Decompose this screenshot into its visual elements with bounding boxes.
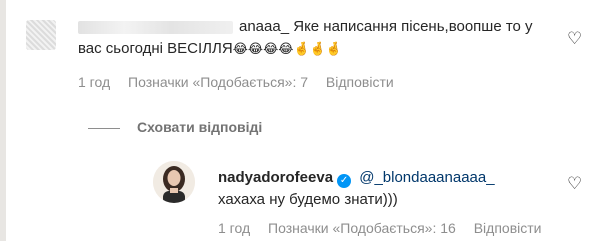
comment-2-meta: 1 год Позначки «Подобається»: 16 Відпові… [218, 220, 555, 236]
heart-outline-icon[interactable]: ♡ [567, 31, 582, 48]
redacted-username[interactable] [78, 20, 233, 34]
comment-2-reply-button[interactable]: Відповісти [474, 220, 542, 236]
comment-2: nadyadorofeeva ✓ @_blondaaanaaaa_ хахаха … [218, 167, 518, 211]
comment-1: anaaa_ Яке написання пісень,воопше то у … [78, 16, 558, 61]
verified-badge-icon: ✓ [337, 174, 352, 188]
comment-2-text: хахаха ну будемо знати))) [218, 191, 398, 208]
left-edge-divider [0, 0, 6, 241]
avatar-photo [153, 161, 195, 203]
avatar-redacted[interactable] [26, 20, 56, 50]
comment-2-time[interactable]: 1 год [218, 220, 250, 236]
comment-1-meta: 1 год Позначки «Подобається»: 7 Відповіс… [78, 74, 408, 90]
comment-1-reply-button[interactable]: Відповісти [326, 74, 394, 90]
avatar[interactable] [153, 161, 195, 203]
mention-link[interactable]: @_blondaaanaaaa_ [359, 169, 494, 186]
comment-1-username-visible[interactable]: anaaa_ [239, 18, 289, 35]
hide-replies-button[interactable]: Сховати відповіді [137, 119, 262, 135]
comment-2-username[interactable]: nadyadorofeeva [218, 169, 333, 186]
comment-1-emojis: 😂😂😂😂🤞🤞🤞 [232, 42, 343, 57]
comment-1-time[interactable]: 1 год [78, 74, 110, 90]
hide-replies-line [88, 128, 120, 129]
heart-outline-icon[interactable]: ♡ [567, 176, 582, 193]
comment-2-likes[interactable]: Позначки «Подобається»: 16 [268, 220, 456, 236]
comment-1-likes[interactable]: Позначки «Подобається»: 7 [128, 74, 308, 90]
